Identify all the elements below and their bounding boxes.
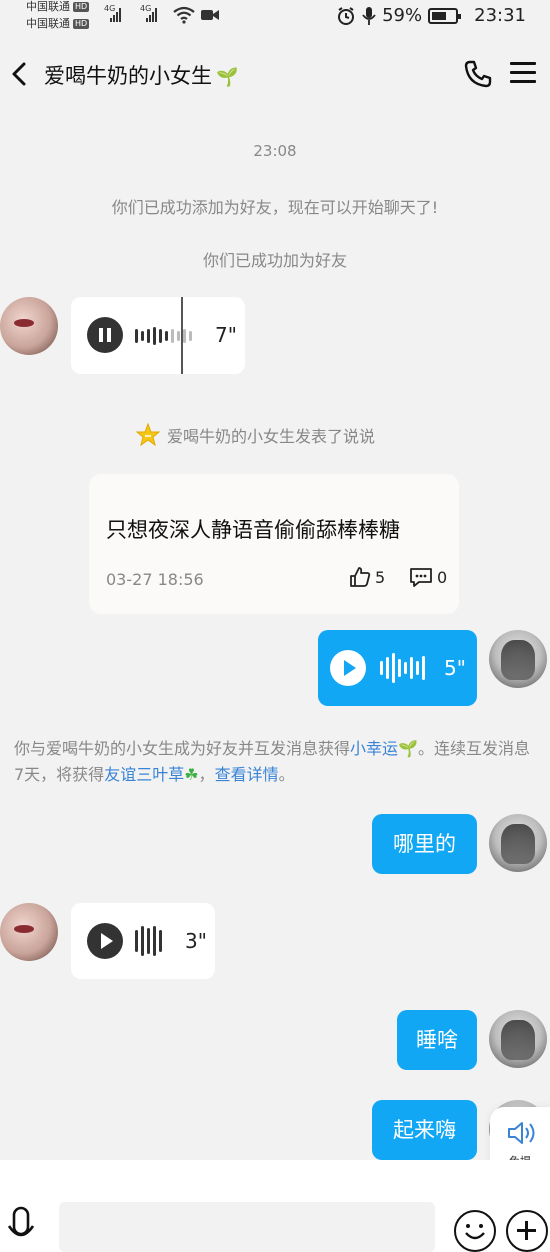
- text-message-outgoing[interactable]: 起来嗨: [372, 1100, 477, 1160]
- play-icon[interactable]: [330, 650, 366, 686]
- voice-input-icon[interactable]: [6, 1204, 36, 1252]
- carrier-2: 中国联通 HD: [26, 17, 90, 30]
- status-bar: 中国联通 HD 中国联通 HD 4G 4G 59% 23:31: [26, 0, 526, 30]
- chat-header: 爱喝牛奶的小女生 🌱: [0, 44, 550, 104]
- menu-icon[interactable]: [510, 62, 536, 84]
- voice-waveform: [135, 926, 162, 956]
- post-card[interactable]: 只想夜深人静语音偷偷舔棒棒糖 03-27 18:56 5 0: [89, 474, 459, 614]
- voice-message-incoming[interactable]: 3": [71, 903, 215, 979]
- status-right: 59% 23:31: [336, 5, 526, 26]
- sprout-icon: 🌱: [216, 67, 239, 88]
- alarm-icon: [338, 6, 355, 25]
- speaker-icon: [508, 1122, 535, 1144]
- post-notice-text: 爱喝牛奶的小女生发表了说说: [166, 427, 375, 446]
- battery-percent: 59%: [382, 5, 423, 26]
- star-badge-icon: [135, 422, 161, 447]
- post-time: 03-27 18:56: [106, 570, 204, 589]
- voice-waveform: [380, 653, 425, 683]
- friend-avatar[interactable]: [0, 297, 58, 355]
- post-notice: 爱喝牛奶的小女生发表了说说: [0, 422, 530, 448]
- voice-duration: 3": [185, 929, 207, 953]
- lucky-link[interactable]: 小幸运: [350, 739, 398, 758]
- sprout-icon: 🌱: [398, 739, 418, 758]
- comment-count: 0: [437, 567, 448, 587]
- chat-title[interactable]: 爱喝牛奶的小女生 🌱: [44, 60, 238, 90]
- message-input[interactable]: [59, 1202, 435, 1252]
- voice-message-incoming[interactable]: 7": [71, 297, 245, 374]
- chat-timestamp: 23:08: [253, 142, 297, 160]
- text-message-outgoing[interactable]: 哪里的: [372, 814, 477, 874]
- post-text: 只想夜深人静语音偷偷舔棒棒糖: [106, 518, 400, 542]
- wifi-icon: [173, 6, 195, 24]
- my-avatar[interactable]: [489, 814, 547, 872]
- voice-duration: 5": [444, 656, 466, 680]
- emoji-icon[interactable]: [454, 1210, 496, 1252]
- friend-added-short-notice: 你们已成功加为好友: [202, 251, 347, 270]
- contact-name: 爱喝牛奶的小女生: [44, 64, 212, 88]
- phone-call-icon[interactable]: [462, 58, 494, 90]
- voice-waveform: [135, 321, 192, 351]
- clover-icon: ☘: [184, 765, 199, 784]
- friendship-system-message: 你与爱喝牛奶的小女生成为好友并互发消息获得小幸运🌱。连续互发消息7天，将获得友谊…: [14, 739, 530, 784]
- battery-icon: [428, 7, 462, 24]
- back-arrow-icon[interactable]: [8, 60, 32, 88]
- view-details-link[interactable]: 查看详情: [215, 765, 279, 784]
- mic-status-icon: [362, 6, 376, 25]
- play-icon[interactable]: [87, 923, 123, 959]
- pause-icon[interactable]: [87, 317, 123, 353]
- clover-link[interactable]: 友谊三叶草: [104, 765, 184, 784]
- text-message-outgoing[interactable]: 睡啥: [397, 1010, 477, 1070]
- comment-button[interactable]: 0: [409, 566, 447, 588]
- video-icon: [201, 10, 219, 20]
- my-avatar[interactable]: [489, 630, 547, 688]
- plus-icon[interactable]: [506, 1210, 548, 1252]
- my-avatar[interactable]: [489, 1010, 547, 1068]
- input-bar: [0, 1160, 550, 1252]
- voice-message-outgoing[interactable]: 5": [318, 630, 477, 706]
- like-count: 5: [375, 567, 386, 587]
- friend-avatar[interactable]: [0, 903, 58, 961]
- carrier-1: 中国联通 HD: [26, 0, 90, 13]
- thumbs-up-icon: [350, 567, 371, 587]
- voice-duration: 7": [215, 323, 237, 347]
- playback-cursor: [181, 297, 183, 374]
- clock: 23:31: [474, 5, 526, 26]
- comment-icon: [410, 568, 432, 587]
- friend-added-notice: 你们已成功添加为好友，现在可以开始聊天了!: [111, 198, 439, 217]
- like-button[interactable]: 5: [349, 566, 385, 588]
